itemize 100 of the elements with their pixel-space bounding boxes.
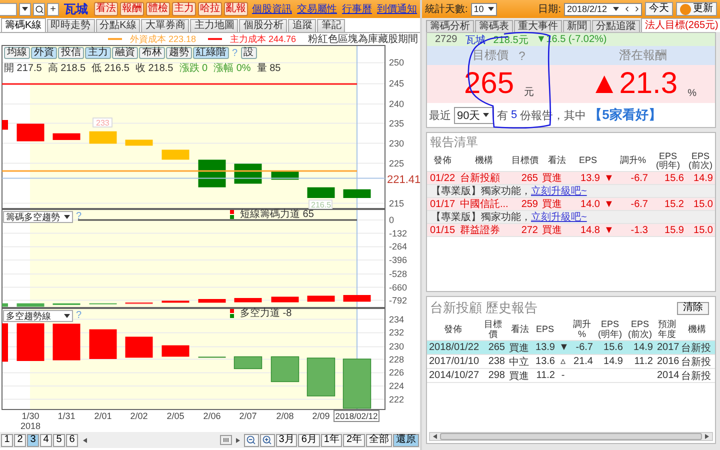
history-row[interactable]: 2014/10/27 298 買進 11.2 - 2014 台新投 xyxy=(427,369,715,383)
target-label: 目標價 xyxy=(472,47,509,64)
page-button[interactable]: 5 xyxy=(53,434,65,446)
indicator-button[interactable]: 均線 xyxy=(4,47,30,59)
table-cell-text: 中立 xyxy=(508,356,530,368)
panel-tab[interactable]: 新聞 xyxy=(563,20,591,32)
table-cell-text: 238 xyxy=(487,356,506,367)
range-button[interactable]: 6月 xyxy=(298,434,320,446)
table-cell-text: ▼ xyxy=(603,172,615,184)
indicator-button[interactable]: 投信 xyxy=(58,47,84,59)
indicator-button[interactable]: 主力 xyxy=(85,47,111,59)
refresh-button[interactable]: 更新 xyxy=(676,2,717,16)
table-cell-text: 272 xyxy=(520,224,539,236)
scroll-thumb-icon[interactable] xyxy=(220,435,232,445)
scroll-left-icon[interactable] xyxy=(433,434,437,439)
table-cell-text: ▼ xyxy=(603,198,615,210)
axis-tick-label: 232 xyxy=(389,328,404,338)
chart-tab[interactable]: 主力地圖 xyxy=(190,19,238,32)
toolbar-button[interactable]: 亂報 xyxy=(224,2,248,16)
page-button[interactable]: 3 xyxy=(27,434,39,446)
candle-bar xyxy=(125,140,153,146)
date-label: 1/30 xyxy=(22,411,40,421)
candle-bar xyxy=(342,358,372,409)
toolbar-button[interactable]: 看法 xyxy=(94,2,118,16)
table-cell-text: - xyxy=(560,370,566,381)
date-label: 2/09 xyxy=(312,411,330,421)
page-button[interactable]: 4 xyxy=(40,434,52,446)
price-callout: 233 xyxy=(92,118,112,128)
candle-bar xyxy=(2,323,8,362)
toolbar-button[interactable]: 報酬 xyxy=(120,2,144,16)
days-select[interactable]: 10 xyxy=(470,2,497,16)
dropdown-button[interactable] xyxy=(19,2,31,16)
horizontal-scrollbar[interactable] xyxy=(429,432,713,441)
today-button[interactable]: 今天 xyxy=(645,2,673,16)
range-button[interactable]: 3月 xyxy=(276,434,298,446)
indicator-select[interactable]: 籌碼多空趨勢 xyxy=(3,211,73,223)
clear-button[interactable]: 清除 xyxy=(677,302,709,314)
panel-tab[interactable]: 籌碼分析 xyxy=(426,20,474,32)
toolbar-link[interactable]: 到價通知 xyxy=(377,2,417,16)
history-row[interactable]: 2018/01/22 265 買進 13.9 ▼ -6.7 15.6 14.9 2017 台新投 xyxy=(427,341,715,355)
stock-code-field[interactable] xyxy=(0,2,17,16)
table-cell-text: 14.8 xyxy=(580,224,601,236)
chart-tab[interactable]: 分點K線 xyxy=(96,19,140,32)
axis-tick-label: 226 xyxy=(389,368,404,378)
page-button[interactable]: 6 xyxy=(66,434,78,446)
panel-tab[interactable]: 重大事件 xyxy=(514,20,562,32)
indicator-button[interactable]: 布林 xyxy=(139,47,165,59)
toolbar-button[interactable]: 哈拉 xyxy=(198,2,222,16)
indicator-legend: 短線籌碼力道 65 xyxy=(240,207,314,221)
scroll-right-icon[interactable] xyxy=(705,434,709,439)
period-select[interactable]: 90天 xyxy=(454,106,494,124)
add-button[interactable]: + xyxy=(47,2,59,16)
chart-tab[interactable]: 大單券商 xyxy=(141,19,190,32)
table-cell-text: 01/22 xyxy=(428,172,456,184)
date-field[interactable]: 2018/2/12 xyxy=(564,2,642,16)
upgrade-link[interactable]: 立刻升級吧~ xyxy=(531,210,587,224)
quote-value: 收 218.5 xyxy=(135,62,174,75)
upgrade-link[interactable]: 立刻升級吧~ xyxy=(531,184,587,198)
chart-tab[interactable]: 籌碼K線 xyxy=(1,18,46,32)
indicator-select[interactable]: 多空趨勢線 xyxy=(3,310,73,322)
table-cell-text: -6.7 xyxy=(574,342,594,353)
zoom-in-button[interactable] xyxy=(260,434,275,446)
panel-tab[interactable]: 分點追蹤 xyxy=(592,20,640,32)
toolbar-button[interactable]: 主力 xyxy=(172,2,196,16)
toolbar-link[interactable]: 交易屬性 xyxy=(297,2,337,16)
stock-name: 瓦城 xyxy=(465,34,486,46)
indicator-button[interactable]: 外資 xyxy=(31,47,57,59)
chart-tab[interactable]: 即時走勢 xyxy=(46,19,95,32)
scroll-right-icon[interactable] xyxy=(236,438,240,442)
page-button[interactable]: 1 xyxy=(1,434,13,446)
range-button[interactable]: 2年 xyxy=(343,434,365,446)
toolbar-link[interactable]: 個股資訊 xyxy=(252,2,292,16)
chart-tab[interactable]: 個股分析 xyxy=(239,19,288,32)
page-button[interactable]: 2 xyxy=(14,434,26,446)
table-cell-text: 2018/01/22 xyxy=(428,342,479,353)
panel-tab[interactable]: 法人目標(265元) xyxy=(641,18,720,32)
year-label: 2018 xyxy=(20,421,41,431)
table-cell-text: ▼ xyxy=(558,342,569,353)
chart-tab[interactable]: 筆記 xyxy=(317,19,346,32)
table-cell-text: 買進 xyxy=(541,198,563,211)
scroll-left-icon[interactable] xyxy=(83,438,87,442)
indicator-button[interactable]: 紅綠階 xyxy=(193,47,229,59)
indicator-button[interactable]: 融資 xyxy=(112,47,138,59)
table-cell-text: 13.6 xyxy=(534,356,556,367)
axis-tick-label: -264 xyxy=(389,242,408,252)
toolbar-link[interactable]: 行事曆 xyxy=(342,2,372,16)
history-row[interactable]: 2017/01/10 238 中立 13.6 ▵ 21.4 14.9 11.2 2016 台新投 xyxy=(427,355,715,369)
dropdown-caret-icon xyxy=(64,215,70,219)
search-button[interactable] xyxy=(33,2,45,16)
range-button[interactable]: 1年 xyxy=(320,434,342,446)
settings-button[interactable]: 設 xyxy=(240,47,257,59)
zoom-out-button[interactable] xyxy=(244,434,259,446)
panel-tab[interactable]: 籌碼表 xyxy=(475,20,513,32)
column-header: EPS xyxy=(578,156,598,166)
indicator-button[interactable]: 趨勢 xyxy=(166,47,192,59)
chart-tab[interactable]: 追蹤 xyxy=(288,19,316,32)
table-cell-text: 14.9 xyxy=(602,356,624,367)
range-button[interactable]: 全部 xyxy=(366,434,392,446)
range-button[interactable]: 還原 xyxy=(393,434,419,446)
toolbar-button[interactable]: 體檢 xyxy=(146,2,170,16)
